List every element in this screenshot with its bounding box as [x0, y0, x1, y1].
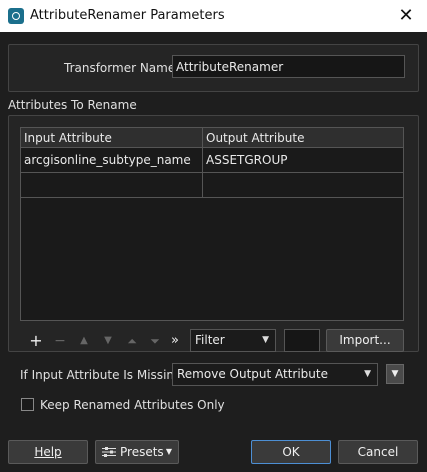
transformer-name-input[interactable]: AttributeRenamer — [172, 55, 405, 78]
keep-renamed-label[interactable]: Keep Renamed Attributes Only — [40, 398, 225, 412]
add-row-icon[interactable]: + — [27, 333, 45, 349]
window-title: AttributeRenamer Parameters — [30, 8, 225, 23]
missing-attribute-select[interactable]: Remove Output Attribute ▼ — [172, 363, 378, 386]
fme-transformer-icon — [8, 8, 24, 24]
help-button-label: Help — [34, 445, 62, 459]
filter-select[interactable]: Filter ▼ — [190, 329, 276, 352]
table-cell-input[interactable]: arcgisonline_subtype_name — [21, 148, 203, 173]
table-cell-input-empty[interactable] — [21, 173, 203, 198]
move-bottom-icon[interactable]: ⏷ — [146, 333, 164, 349]
chevron-down-icon: ▼ — [364, 369, 371, 379]
ok-button[interactable]: OK — [251, 440, 331, 464]
table-cell-output[interactable]: ASSETGROUP — [203, 148, 403, 173]
attributes-table[interactable]: Input Attribute Output Attribute arcgiso… — [20, 127, 404, 321]
presets-button[interactable]: Presets ▼ — [95, 440, 179, 464]
presets-button-label: Presets — [120, 445, 164, 459]
move-down-icon[interactable]: ▼ — [99, 333, 117, 349]
chevron-down-icon: ▼ — [165, 447, 172, 456]
more-options-icon[interactable]: » — [166, 333, 184, 349]
column-header-output-attribute[interactable]: Output Attribute — [203, 128, 403, 148]
keep-renamed-checkbox[interactable] — [21, 398, 34, 411]
filter-input[interactable] — [284, 329, 320, 352]
chevron-down-icon: ▼ — [262, 335, 269, 345]
remove-row-icon[interactable]: − — [51, 333, 69, 349]
column-header-input-attribute[interactable]: Input Attribute — [21, 128, 203, 148]
missing-attribute-label: If Input Attribute Is Missing: — [20, 368, 186, 382]
table-cell-output-empty[interactable] — [203, 173, 403, 198]
move-top-icon[interactable]: ⏶ — [123, 333, 141, 349]
help-button[interactable]: Help — [8, 440, 88, 464]
missing-attribute-value: Remove Output Attribute — [177, 367, 328, 381]
import-button[interactable]: Import... — [326, 329, 404, 352]
move-up-icon[interactable]: ▲ — [75, 333, 93, 349]
sliders-icon — [102, 447, 116, 457]
missing-attribute-options-button[interactable]: ▼ — [386, 364, 404, 384]
title-bar: AttributeRenamer Parameters ✕ — [0, 0, 427, 32]
transformer-name-label: Transformer Name: — [64, 61, 180, 75]
attributes-section-label: Attributes To Rename — [8, 98, 137, 112]
cancel-button[interactable]: Cancel — [338, 440, 418, 464]
filter-select-value: Filter — [195, 333, 225, 347]
close-icon[interactable]: ✕ — [393, 4, 419, 28]
